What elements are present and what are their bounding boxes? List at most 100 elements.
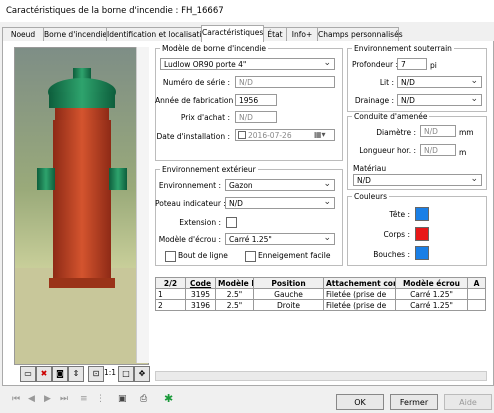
supply-legend: Conduite d'amenée xyxy=(354,112,428,121)
tab-etat[interactable]: État xyxy=(263,27,287,41)
col-count: 2/2 xyxy=(155,277,186,289)
snow-label: Enneigement facile xyxy=(258,251,331,260)
scan-icon[interactable]: ⇕ xyxy=(68,366,84,382)
body-color-swatch[interactable] xyxy=(415,227,429,241)
cell xyxy=(467,299,486,311)
extension-label: Extension : xyxy=(179,218,221,227)
tab-caracteristiques[interactable]: Caractéristiques xyxy=(201,25,264,42)
save-icon[interactable]: ▣ xyxy=(118,394,127,404)
drainage-label: Drainage : xyxy=(354,96,394,105)
help-button[interactable]: Aide xyxy=(444,394,492,410)
tab-info-plus[interactable]: Info+ xyxy=(286,27,318,41)
install-date-checkbox[interactable] xyxy=(238,131,246,139)
cell: Gauche xyxy=(253,288,324,300)
install-date-value: 2016-07-26 xyxy=(248,131,292,140)
window-title: Caractéristiques de la borne d'incendie … xyxy=(6,6,224,16)
model-legend: Modèle de borne d'incendie xyxy=(162,44,266,53)
tab-champs-personnalises[interactable]: Champs personnalisés xyxy=(317,27,403,41)
table-hscrollbar[interactable] xyxy=(155,371,487,381)
bed-select[interactable]: N/D xyxy=(397,76,482,88)
cell: Filetée (prise de xyxy=(323,288,396,300)
environment-select[interactable]: Gazon xyxy=(225,179,335,191)
colors-legend: Couleurs xyxy=(354,192,388,201)
fit-icon[interactable]: □ xyxy=(118,366,134,382)
material-select[interactable]: N/D xyxy=(353,174,482,186)
tree-icon[interactable]: ⋮ xyxy=(96,394,105,404)
prev-record-icon[interactable]: ◀ xyxy=(28,394,35,404)
col-code[interactable]: Code xyxy=(185,277,216,289)
tab-strip: Noeud Borne d'incendie Identification et… xyxy=(2,25,492,42)
first-record-icon[interactable]: ⏮ xyxy=(12,394,20,404)
zoom-icon[interactable]: ⊡ xyxy=(88,366,104,382)
caps-color-label: Bouches : xyxy=(373,250,410,259)
head-color-label: Tête : xyxy=(389,210,410,219)
cell: 1 xyxy=(155,288,186,300)
table-row[interactable]: 2 3196 2.5" Droite Filetée (prise de Car… xyxy=(155,299,486,311)
diameter-input[interactable]: N/D xyxy=(420,125,456,137)
open-image-icon[interactable]: ▭ xyxy=(20,366,36,382)
exterior-legend: Environnement extérieur xyxy=(162,165,256,174)
material-label: Matériau xyxy=(353,164,387,173)
tab-borne[interactable]: Borne d'incendie xyxy=(43,27,107,41)
underground-legend: Environnement souterrain xyxy=(354,44,452,53)
table-header-row: 2/2 Code Modèle b Position Attachement c… xyxy=(155,277,486,289)
print-icon[interactable]: ⎙ xyxy=(140,394,147,404)
model-select[interactable]: Ludlow OR90 porte 4" xyxy=(160,58,335,70)
serial-label: Numéro de série : xyxy=(162,78,230,87)
calendar-icon[interactable]: ▦▾ xyxy=(314,130,326,139)
install-label: Date d'installation : xyxy=(156,132,230,141)
title-bar: Caractéristiques de la borne d'incendie … xyxy=(0,0,494,22)
price-input[interactable]: N/D xyxy=(235,111,277,123)
caps-color-swatch[interactable] xyxy=(415,246,429,260)
environment-label: Environnement : xyxy=(158,181,221,190)
drainage-select[interactable]: N/D xyxy=(397,94,482,106)
post-select[interactable]: N/D xyxy=(225,197,335,209)
photo-scrollbar[interactable] xyxy=(136,47,149,363)
camera-icon[interactable]: ◙ xyxy=(52,366,68,382)
tab-noeud[interactable]: Noeud xyxy=(2,27,44,41)
diameter-label: Diamètre : xyxy=(376,128,416,137)
ratio-label[interactable]: 1:1 xyxy=(104,368,116,377)
head-color-swatch[interactable] xyxy=(415,207,429,221)
list-icon[interactable]: ≡ xyxy=(80,394,88,404)
col-nut-model[interactable]: Modèle écrou xyxy=(395,277,468,289)
col-model[interactable]: Modèle b xyxy=(215,277,254,289)
extension-checkbox[interactable] xyxy=(226,217,237,228)
outlets-table: 2/2 Code Modèle b Position Attachement c… xyxy=(155,277,486,311)
length-unit: m xyxy=(459,148,467,157)
col-position[interactable]: Position xyxy=(253,277,324,289)
cell: 3196 xyxy=(185,299,216,311)
cell: 2 xyxy=(155,299,186,311)
cell: Droite xyxy=(253,299,324,311)
length-input[interactable]: N/D xyxy=(420,144,456,156)
depth-input[interactable]: 7 xyxy=(397,58,427,70)
nut-select[interactable]: Carré 1.25" xyxy=(225,233,335,245)
endline-checkbox[interactable] xyxy=(165,251,176,262)
diameter-unit: mm xyxy=(459,128,474,137)
export-icon[interactable]: ✱ xyxy=(164,392,173,405)
last-record-icon[interactable]: ⏭ xyxy=(60,394,68,404)
length-label: Longueur hor. : xyxy=(359,146,416,155)
serial-input[interactable]: N/D xyxy=(235,76,335,88)
cell: 3195 xyxy=(185,288,216,300)
year-input[interactable]: 1956 xyxy=(235,94,277,106)
cell: Carré 1.25" xyxy=(395,288,468,300)
ok-button[interactable]: OK xyxy=(336,394,384,410)
snow-checkbox[interactable] xyxy=(245,251,256,262)
close-button[interactable]: Fermer xyxy=(390,394,438,410)
year-label: Année de fabrication : xyxy=(155,96,239,105)
tab-identification[interactable]: Identification et localisation xyxy=(106,27,211,41)
endline-label: Bout de ligne xyxy=(178,251,228,260)
col-a[interactable]: A xyxy=(467,277,486,289)
nut-label: Modèle d'écrou : xyxy=(158,235,221,244)
table-row[interactable]: 1 3195 2.5" Gauche Filetée (prise de Car… xyxy=(155,288,486,300)
cell: 2.5" xyxy=(215,299,254,311)
move-icon[interactable]: ✥ xyxy=(134,366,150,382)
post-label: Poteau indicateur : xyxy=(155,199,226,208)
col-attachment[interactable]: Attachement cor xyxy=(323,277,396,289)
cell xyxy=(467,288,486,300)
cell: Carré 1.25" xyxy=(395,299,468,311)
next-record-icon[interactable]: ▶ xyxy=(44,394,51,404)
delete-image-icon[interactable]: ✖ xyxy=(36,366,52,382)
depth-label: Profondeur : xyxy=(352,60,399,69)
